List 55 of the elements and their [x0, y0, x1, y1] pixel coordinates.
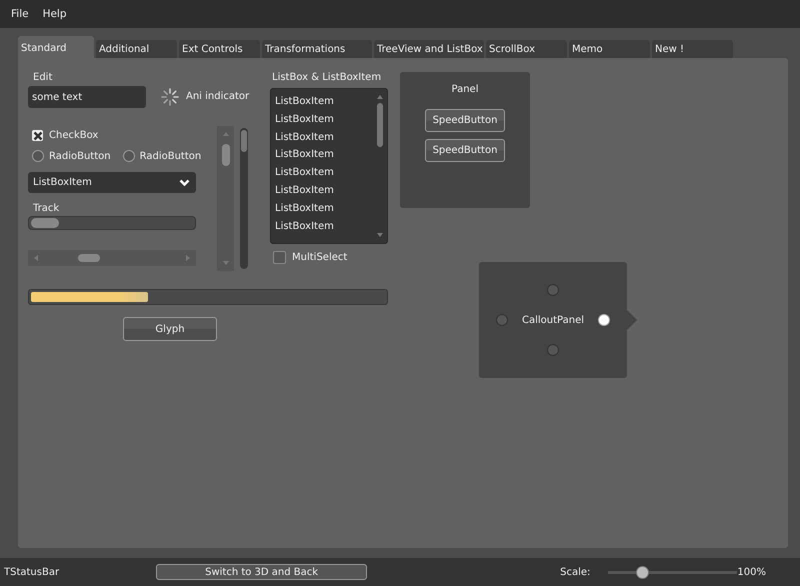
tab[interactable]: Transformations — [262, 40, 372, 58]
chevron-down-icon — [179, 178, 190, 186]
up-arrow-icon[interactable] — [222, 132, 228, 136]
tab[interactable]: Memo — [569, 40, 650, 58]
list-item[interactable]: ListBoxItem — [271, 128, 373, 146]
track-bar[interactable] — [28, 216, 196, 230]
spinner-icon — [160, 87, 180, 107]
up-arrow-icon[interactable] — [377, 95, 383, 99]
switch-3d-button[interactable]: Switch to 3D and Back — [156, 564, 368, 580]
scroll-thumb[interactable] — [241, 130, 247, 152]
combo-box[interactable]: ListBoxItem — [28, 172, 196, 193]
checkbox[interactable]: CheckBox — [32, 130, 196, 141]
vertical-scrollbar[interactable] — [217, 126, 234, 271]
ani-indicator-label: Ani indicator — [186, 91, 250, 102]
scale-value: 100% — [737, 566, 766, 578]
vertical-scrollbar[interactable] — [240, 128, 248, 269]
anchor-point[interactable] — [598, 314, 610, 326]
list-item[interactable]: ListBoxItem — [271, 146, 373, 164]
scroll-thumb[interactable] — [222, 144, 230, 166]
edit-field[interactable]: some text — [28, 86, 146, 108]
multiselect-checkbox[interactable]: MultiSelect — [273, 251, 388, 264]
status-text: TStatusBar — [4, 566, 60, 578]
list-item[interactable]: ListBoxItem — [271, 93, 373, 111]
menu-item[interactable]: Help — [36, 8, 74, 20]
tab[interactable]: TreeView and ListBox — [374, 40, 484, 58]
glyph-button[interactable]: Glyph — [123, 317, 217, 341]
down-arrow-icon[interactable] — [377, 233, 383, 237]
tab[interactable]: Standard — [18, 36, 94, 58]
scroll-thumb[interactable] — [377, 103, 383, 147]
tab[interactable]: New ! — [652, 40, 733, 58]
track-label: Track — [32, 203, 60, 214]
list-item[interactable]: ListBoxItem — [271, 110, 373, 129]
left-arrow-icon[interactable] — [34, 255, 38, 261]
scale-label: Scale: — [560, 566, 590, 578]
cross-icon — [32, 130, 42, 140]
scroll-thumb[interactable] — [78, 254, 100, 262]
radio-button[interactable]: RadioButton — [122, 150, 202, 162]
horizontal-scrollbar[interactable] — [28, 250, 196, 266]
callout-label: CalloutPanel — [522, 314, 584, 326]
tab[interactable]: Additional — [96, 40, 177, 58]
menu-item[interactable]: File — [4, 8, 36, 20]
list-item[interactable]: ListBoxItem — [271, 218, 373, 236]
radio-button[interactable]: RadioButton — [32, 150, 111, 162]
list-item[interactable]: ListBoxItem — [271, 200, 373, 218]
speed-button[interactable]: SpeedButton — [425, 139, 505, 162]
panel-title: Panel — [452, 84, 478, 95]
speed-button[interactable]: SpeedButton — [425, 109, 505, 132]
edit-label: Edit — [32, 72, 54, 83]
tab[interactable]: ScrollBox — [486, 40, 567, 58]
right-arrow-icon[interactable] — [186, 255, 190, 261]
list-item[interactable]: ListBoxItem — [271, 164, 373, 182]
tab[interactable]: Ext Controls — [179, 40, 260, 58]
list-item[interactable]: ListBoxItem — [271, 182, 373, 200]
listbox-title: ListBox & ListBoxItem — [271, 72, 382, 83]
down-arrow-icon[interactable] — [222, 261, 228, 265]
